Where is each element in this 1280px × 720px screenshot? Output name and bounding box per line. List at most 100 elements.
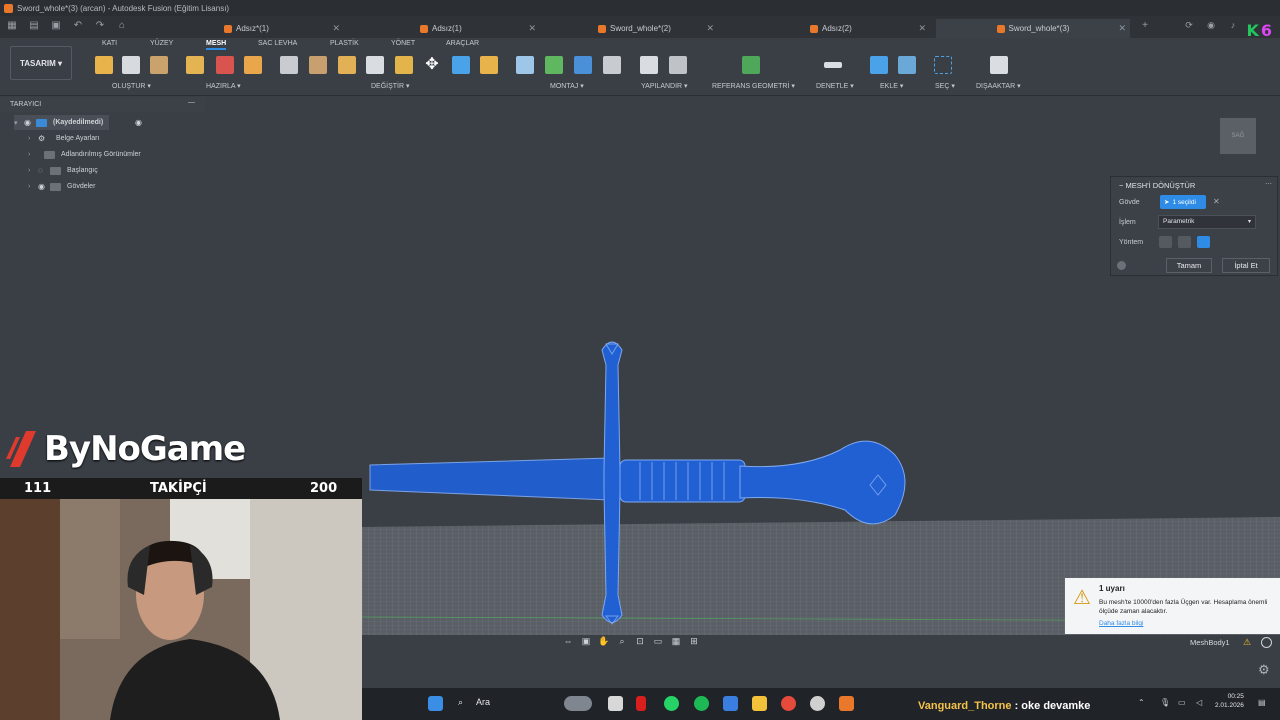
insert-icon[interactable] [870,56,888,74]
group-denetle[interactable]: DENETLE ▾ [816,82,854,90]
file-explorer-icon[interactable] [752,696,767,711]
notification-bell-icon[interactable]: ▤ [1258,698,1266,707]
measure-icon[interactable] [824,62,842,68]
plane-cut-icon[interactable] [366,56,384,74]
close-icon[interactable]: ✕ [918,23,926,34]
chrome-icon[interactable] [781,696,796,711]
cancel-button[interactable]: İptal Et [1222,258,1270,273]
task-view-icon[interactable] [608,696,623,711]
tab-araclar[interactable]: ARAÇLAR [446,40,479,47]
group-referans-geometri[interactable]: REFERANS GEOMETRİ ▾ [712,82,795,90]
scale-icon[interactable] [452,56,470,74]
configure-icon[interactable] [669,56,687,74]
close-icon[interactable]: ✕ [528,23,536,34]
smooth-icon[interactable] [338,56,356,74]
file-menu-icon[interactable]: ▤ [28,19,40,33]
expand-arrow-icon[interactable]: › [28,135,38,142]
create-face-group-icon[interactable] [122,56,140,74]
group-montaj[interactable]: MONTAJ ▾ [550,82,584,90]
joint-icon[interactable] [545,56,563,74]
decal-icon[interactable] [898,56,916,74]
store-icon[interactable] [723,696,738,711]
system-clock[interactable]: 00:25 2.01.2026 [1215,692,1244,710]
save-icon[interactable]: ▣ [50,19,62,33]
close-icon[interactable]: ✕ [706,23,714,34]
weather-widget-icon[interactable] [564,696,592,711]
tab-adsiz-2[interactable]: Adsız(2) ✕ [804,19,930,38]
eye-icon[interactable]: ◉ [24,118,36,127]
viewports-icon[interactable]: ⊞ [688,635,700,647]
method-organic-button[interactable] [1197,236,1210,248]
tab-mesh[interactable]: MESH [206,40,227,50]
group-sec[interactable]: SEÇ ▾ [935,82,955,90]
obs-icon[interactable] [810,696,825,711]
group-olustur[interactable]: OLUŞTUR ▾ [112,82,151,90]
method-faceted-button[interactable] [1159,236,1172,248]
status-indicator-icon[interactable] [1261,637,1272,648]
group-disaaktar[interactable]: DIŞAAKTAR ▾ [976,82,1021,90]
group-degistir[interactable]: DEĞİŞTİR ▾ [371,82,410,90]
new-component-icon[interactable] [516,56,534,74]
tessellate-icon[interactable] [150,56,168,74]
fit-icon[interactable]: ⊡ [634,635,646,647]
as-built-joint-icon[interactable] [574,56,592,74]
warning-icon[interactable]: ⚠ [1243,637,1251,648]
reduce-icon[interactable] [309,56,327,74]
browser-item-belge-ayarlari[interactable]: › ⚙ Belge Ayarları [28,131,99,146]
tab-sac-levha[interactable]: SAC LEVHA [258,40,297,47]
tab-adsiz-1-modified[interactable]: Adsız*(1) ✕ [218,19,344,38]
info-icon[interactable] [1117,261,1126,270]
search-icon[interactable]: ⌕ [458,697,463,708]
browser-item-baslangic[interactable]: › ◌ Başlangıç [28,163,98,178]
close-icon[interactable]: ✕ [1118,23,1126,34]
generate-face-groups-icon[interactable] [216,56,234,74]
volume-icon[interactable]: ◁ [1196,698,1202,707]
network-icon[interactable]: ▭ [1178,698,1186,707]
method-prismatic-button[interactable] [1178,236,1191,248]
offset-plane-icon[interactable] [742,56,760,74]
tab-adsiz-1[interactable]: Adsız(1) ✕ [414,19,540,38]
convert-mesh-icon[interactable] [395,56,413,74]
tab-yuzey[interactable]: YÜZEY [150,40,173,47]
activate-radio-icon[interactable]: ◉ [135,118,142,127]
tab-sword-whole-2[interactable]: Sword_whole*(2) ✕ [592,19,718,38]
display-settings-icon[interactable]: ▭ [652,635,664,647]
ok-button[interactable]: Tamam [1166,258,1212,273]
clear-selection-icon[interactable]: ✕ [1213,197,1220,206]
new-tab-icon[interactable]: + [1139,19,1151,33]
windows-start-icon[interactable] [428,696,443,711]
sword-mesh-body[interactable] [330,330,920,635]
browser-root-node[interactable]: ▾ ◉ (Kaydedilmedi) [14,115,110,130]
eye-icon[interactable]: ◉ [38,182,50,191]
grid-menu-icon[interactable]: ▦ [6,19,18,33]
look-at-icon[interactable]: ▣ [580,635,592,647]
browser-item-govdeler[interactable]: › ◉ Gövdeler [28,179,95,194]
select-icon[interactable] [934,56,952,74]
zoom-icon[interactable]: ⌕ [616,635,628,647]
more-info-link[interactable]: Daha fazla bilgi [1099,620,1143,627]
parameters-icon[interactable] [640,56,658,74]
home-icon[interactable]: ⌂ [116,19,128,33]
notifications-icon[interactable]: ♪ [1228,20,1238,32]
body-selection-field[interactable]: ➤ 1 seçildi [1160,195,1206,209]
app-red-icon[interactable] [636,696,646,711]
redo-icon[interactable]: ↷ [94,19,106,33]
collapse-icon[interactable]: − [1119,181,1123,190]
gear-icon[interactable]: ⚙ [1258,662,1270,678]
taskbar-search[interactable]: Ara [476,697,490,707]
move-icon[interactable]: ✥ [423,56,441,74]
prepare-icon[interactable] [244,56,262,74]
orbit-icon[interactable]: ⇔ [562,635,574,647]
pan-icon[interactable]: ✋ [598,635,610,647]
group-ekle[interactable]: EKLE ▾ [880,82,903,90]
minimize-icon[interactable]: — [188,99,195,106]
tab-yonet[interactable]: YÖNET [391,40,415,47]
fusion-taskbar-icon[interactable] [839,696,854,711]
remesh-icon[interactable] [280,56,298,74]
expand-arrow-icon[interactable]: › [28,183,38,190]
workspace-dropdown[interactable]: TASARIM ▾ [10,46,72,80]
browser-item-named-views[interactable]: › Adlandırılmış Görünümler [28,147,141,162]
repair-icon[interactable] [186,56,204,74]
export-icon[interactable] [990,56,1008,74]
tab-kati[interactable]: KATI [102,40,117,47]
